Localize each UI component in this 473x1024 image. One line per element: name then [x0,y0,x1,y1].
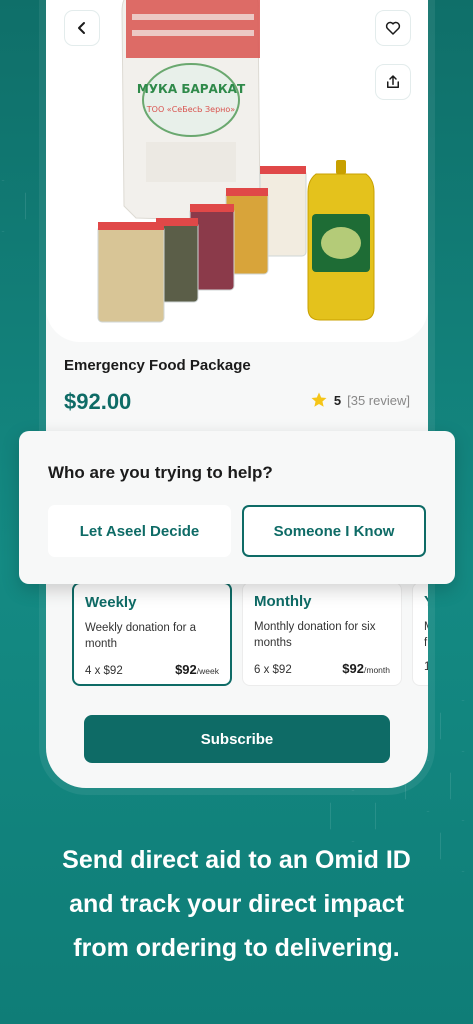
product-image: МУКА БАРАКАТ ТОО «СеБесЬ Зерно» [97,0,375,323]
product-price: $92.00 [64,389,132,414]
plan-title: Y [424,593,428,610]
plan-description: Monthly donation for six months [254,621,376,649]
share-icon [387,75,399,88]
favorite-button[interactable] [375,10,411,46]
plan-count: 4 x $92 [85,665,123,677]
dialog-question: Who are you trying to help? [48,463,273,482]
heart-icon [385,21,401,35]
bag-brand-text: МУКА БАРАКАТ [137,82,246,96]
plan-count: 1 [424,661,428,673]
product-name: Emergency Food Package [64,357,251,374]
plan-period: /week [196,666,219,676]
plan-count: 6 x $92 [254,664,292,676]
let-aseel-decide-button[interactable]: Let Aseel Decide [48,505,231,557]
help-dialog: Who are you trying to help? Let Aseel De… [19,431,455,584]
plan-card-yearly[interactable]: Y M f 1 [412,582,428,686]
plan-card-weekly[interactable]: Weekly Weekly donation for a month 4 x $… [72,582,232,686]
star-icon [311,392,327,407]
subscribe-button[interactable]: Subscribe [84,715,390,763]
chevron-left-icon [78,22,85,34]
plan-description: Weekly donation for a month [85,622,197,650]
plan-card-monthly[interactable]: Monthly Monthly donation for six months … [242,582,402,686]
product-image-card: МУКА БАРАКАТ ТОО «СеБесЬ Зерно» [46,0,428,342]
plan-period: /month [364,665,390,675]
caption-line: Send direct aid to an Omid ID [62,846,411,874]
plan-amount: $92 [342,661,364,676]
plan-amount: $92 [175,662,197,677]
caption-line: from ordering to delivering. [73,934,400,962]
review-count: [35 review] [347,392,410,408]
plan-carousel[interactable]: Weekly Weekly donation for a month 4 x $… [72,582,428,690]
phone-frame: МУКА БАРАКАТ ТОО «СеБесЬ Зерно» Emergenc… [46,0,428,788]
share-button[interactable] [375,64,411,100]
someone-i-know-button[interactable]: Someone I Know [242,505,426,557]
plan-title: Monthly [254,593,312,610]
plan-title: Weekly [85,594,137,611]
caption-line: and track your direct impact [69,890,404,918]
bag-maker-text: ТОО «СеБесЬ Зерно» [146,105,236,114]
rating-value: 5 [333,392,342,408]
back-button[interactable] [64,10,100,46]
product-rating: 5 [35 review] [310,391,410,409]
marketing-caption: Send direct aid to an Omid ID and track … [0,838,473,970]
plan-description: M f [424,621,428,649]
